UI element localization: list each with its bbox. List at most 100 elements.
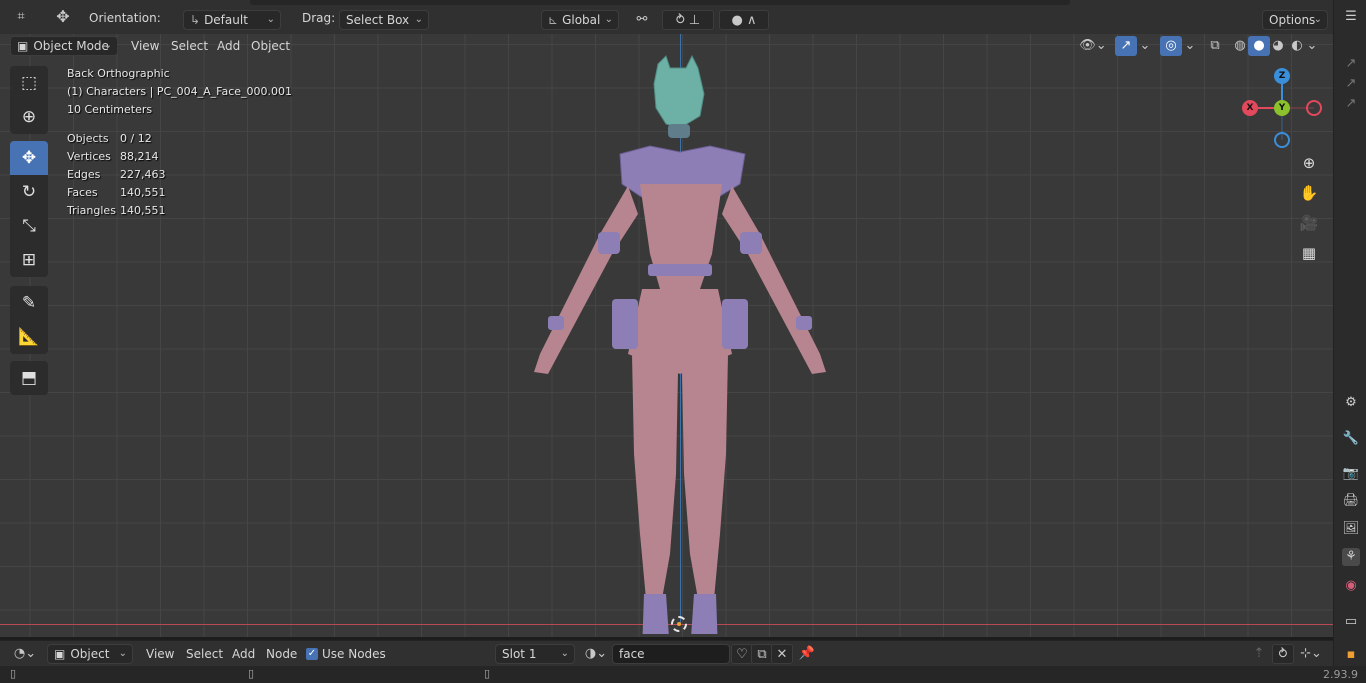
options-label: Options xyxy=(1269,13,1316,27)
move-tool-settings-icon[interactable]: ✥ xyxy=(52,7,74,27)
character-model[interactable] xyxy=(500,54,860,634)
transform-orientation-dropdown[interactable]: ⊾ Global ⌄ xyxy=(541,10,619,30)
overlays-icon[interactable]: ◎ xyxy=(1160,36,1182,56)
chevron-down-icon[interactable]: ⌄ xyxy=(1305,36,1319,56)
material-name-value: face xyxy=(619,647,645,661)
duplicate-material-icon[interactable]: ⧉ xyxy=(751,644,773,664)
drag-value: Select Box xyxy=(346,13,410,27)
cursor-icon[interactable]: ⊕ xyxy=(10,100,48,134)
visibility-icon[interactable]: 👁⌄ xyxy=(1078,36,1108,56)
chevron-down-icon[interactable]: ⌄ xyxy=(1138,36,1152,56)
world-properties-icon[interactable]: ◉ xyxy=(1342,577,1360,595)
grid-scale: 10 Centimeters xyxy=(67,103,153,116)
camera-icon[interactable]: 🎥 xyxy=(1298,212,1320,234)
drag-label: Drag: xyxy=(302,11,336,25)
xray-icon[interactable]: ⧉ xyxy=(1204,36,1226,56)
hand-icon[interactable]: ✋ xyxy=(1298,182,1320,204)
3d-viewport[interactable] xyxy=(0,34,1333,637)
use-nodes-checkbox[interactable]: ✓ xyxy=(306,648,318,660)
pivot-point-icon[interactable]: ⚯ xyxy=(627,10,657,30)
shader-mode-value: Object xyxy=(70,647,110,661)
object-properties-icon[interactable]: ▪ xyxy=(1342,646,1360,664)
gizmo-neg-x-axis[interactable] xyxy=(1306,100,1322,116)
chevron-down-icon: ⌄ xyxy=(560,648,569,659)
use-nodes-label: Use Nodes xyxy=(322,647,386,661)
fake-user-icon[interactable]: ♡ xyxy=(731,644,753,664)
mode-dropdown[interactable]: ▣ Object Mode ⌄ xyxy=(10,36,118,56)
measure-icon[interactable]: 📐 xyxy=(10,320,48,354)
select-box-icon[interactable]: ⬚ xyxy=(10,66,48,100)
orientation-dropdown[interactable]: ↳ Default ⌄ xyxy=(183,10,281,30)
proportional-edit-icon[interactable]: ● ∧ xyxy=(719,10,769,30)
stat-value: 140,551 xyxy=(120,186,166,199)
collection-object-name: (1) Characters | PC_004_A_Face_000.001 xyxy=(67,85,293,98)
parent-node-tree-icon[interactable]: ⇡ xyxy=(1248,644,1270,664)
stat-label: Faces xyxy=(67,186,98,199)
transform-icon[interactable]: ⊞ xyxy=(10,243,48,277)
menu-view[interactable]: View xyxy=(125,36,165,56)
mouse-left-icon: ▯ xyxy=(10,667,17,680)
orientation-value: Default xyxy=(204,13,248,27)
grid-icon[interactable]: ▦ xyxy=(1298,242,1320,264)
slot-dropdown[interactable]: Slot 1 ⌄ xyxy=(495,644,575,664)
unlink-material-icon[interactable]: ✕ xyxy=(771,644,793,664)
output-properties-icon[interactable]: 🖨 xyxy=(1342,492,1360,510)
shader-object-dropdown[interactable]: ▣ Object ⌄ xyxy=(47,644,133,664)
snap-icon[interactable]: ⥁ ⊥ xyxy=(662,10,714,30)
shader-editor-header: ◔⌄ ▣ Object ⌄ View Select Add Node ✓ Use N… xyxy=(0,640,1333,667)
gizmo-toggle-icon[interactable]: ↗ xyxy=(1115,36,1137,56)
slot-value: Slot 1 xyxy=(502,647,537,661)
object-icon: ▣ xyxy=(54,647,66,661)
stat-label: Vertices xyxy=(67,150,111,163)
editor-type-icon[interactable]: ◔⌄ xyxy=(10,644,40,664)
editor-type-icon[interactable]: ⌗ xyxy=(10,7,32,27)
zoom-icon[interactable]: ⊕ xyxy=(1298,152,1320,174)
chevron-down-icon: ⌄ xyxy=(266,14,275,25)
tool-header: ⌗ ✥ Orientation: ↳ Default ⌄ Drag: Select … xyxy=(0,0,1333,35)
menu-select[interactable]: Select xyxy=(165,36,214,56)
properties-toggle-icon[interactable]: ⚙ xyxy=(1342,394,1360,412)
rotate-icon[interactable]: ↻ xyxy=(10,175,48,209)
tool-properties-icon[interactable]: 🔧 xyxy=(1342,430,1360,448)
menu-add[interactable]: Add xyxy=(226,644,261,664)
mouse-right-icon: ▯ xyxy=(484,667,491,680)
status-bar: ▯ ▯ ▯ 2.93.9 xyxy=(0,666,1366,683)
pin-icon[interactable]: 📌 xyxy=(796,644,818,664)
move-icon[interactable]: ✥ xyxy=(10,141,48,175)
add-cube-icon[interactable]: ⬒ xyxy=(10,361,48,395)
scene-properties-icon[interactable]: ⚘ xyxy=(1342,548,1360,566)
view-layer-icon[interactable]: 🖼 xyxy=(1342,520,1360,538)
options-dropdown[interactable]: Options ⌄ xyxy=(1262,10,1328,30)
stat-label: Triangles xyxy=(67,204,116,217)
gizmo-z-axis[interactable]: Z xyxy=(1274,68,1290,84)
chevron-down-icon: ⌄ xyxy=(103,40,112,51)
collection-properties-icon[interactable]: ▭ xyxy=(1342,613,1360,631)
render-properties-icon[interactable]: 📷 xyxy=(1342,465,1360,483)
link-icon: ↗ xyxy=(1345,96,1357,111)
orientation-label: Orientation: xyxy=(89,11,161,25)
workspace-tabs-strip xyxy=(250,0,1250,6)
menu-select[interactable]: Select xyxy=(180,644,229,664)
snap-target-icon[interactable]: ⊹⌄ xyxy=(1296,644,1326,664)
drag-dropdown[interactable]: Select Box ⌄ xyxy=(339,10,429,30)
gizmo-x-axis[interactable]: X xyxy=(1242,100,1258,116)
mouse-middle-icon: ▯ xyxy=(248,667,255,680)
properties-editor-strip: ☰ ↗ ↗ ↗ ⚙ 🔧 📷 🖨 🖼 ⚘ ◉ ▭ ▪ xyxy=(1333,0,1366,683)
menu-view[interactable]: View xyxy=(140,644,180,664)
chevron-down-icon[interactable]: ⌄ xyxy=(1183,36,1197,56)
link-icon: ↗ xyxy=(1345,76,1357,91)
outliner-icon[interactable]: ☰ xyxy=(1342,8,1360,26)
annotate-icon[interactable]: ✎ xyxy=(10,286,48,320)
gizmo-y-axis[interactable]: Y xyxy=(1274,100,1290,116)
object-mode-icon: ▣ xyxy=(17,39,29,53)
menu-node[interactable]: Node xyxy=(260,644,303,664)
menu-object[interactable]: Object xyxy=(245,36,296,56)
material-browse-icon[interactable]: ◑⌄ xyxy=(582,644,610,664)
stat-value: 227,463 xyxy=(120,168,166,181)
stat-label: Objects xyxy=(67,132,109,145)
menu-add[interactable]: Add xyxy=(211,36,246,56)
snap-node-icon[interactable]: ⥁ xyxy=(1272,644,1294,664)
material-name-field[interactable]: face xyxy=(612,644,730,664)
scale-icon[interactable]: ⤡ xyxy=(10,209,48,243)
gizmo-neg-z-axis[interactable] xyxy=(1274,132,1290,148)
